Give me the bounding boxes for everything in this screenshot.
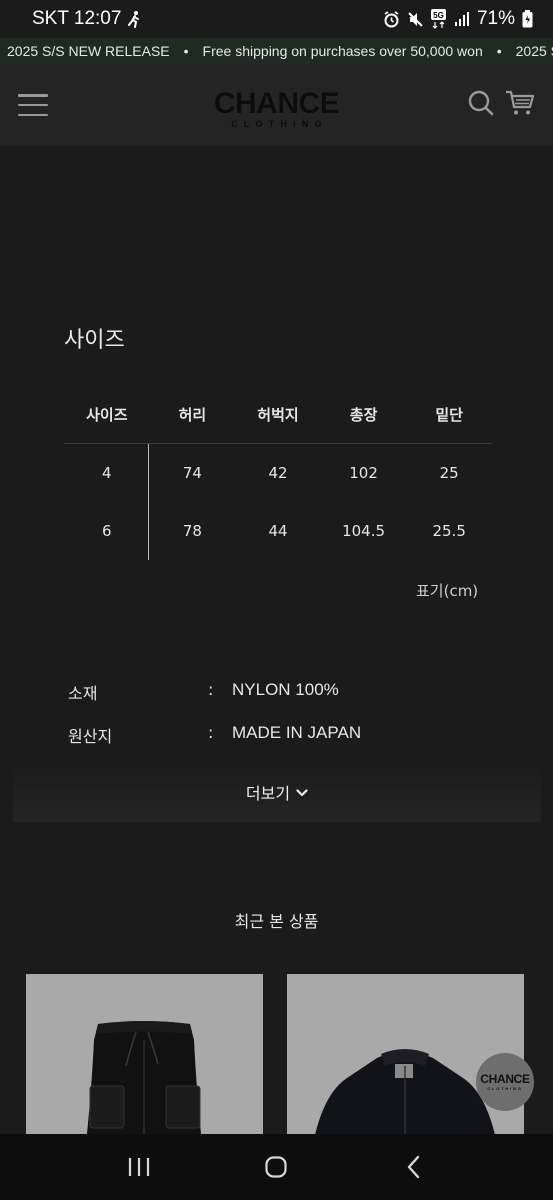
mute-icon <box>407 11 424 28</box>
marquee-item: 2025 S/S <box>515 43 553 59</box>
search-icon[interactable] <box>467 89 495 121</box>
column-header: 총장 <box>349 406 378 424</box>
table-divider <box>148 444 149 560</box>
app-screen: SKT 12:07 5G 71% 2025 S/S NEW RELEASE • … <box>0 0 553 1200</box>
network-5g-icon: 5G <box>430 9 447 29</box>
marquee-item: 2025 S/S NEW RELEASE <box>7 43 170 59</box>
battery-percent: 71% <box>476 8 515 29</box>
column-header: 사이즈 <box>86 406 128 424</box>
spec-label: 소재 <box>68 684 98 703</box>
table-cell: 25.5 <box>432 522 466 540</box>
size-table-header: 사이즈 허리 허벅지 총장 밑단 <box>64 386 492 444</box>
logo-wordmark: CHANCE <box>213 87 340 120</box>
floating-brand-button[interactable]: CHANCE CLOTHING <box>476 1053 534 1111</box>
table-cell: 4 <box>102 464 112 482</box>
table-cell: 74 <box>182 464 202 482</box>
cargo-pants-image <box>26 974 263 1144</box>
table-row: 6 78 44 104.5 25.5 <box>64 502 492 560</box>
spec-value: MADE IN JAPAN <box>232 723 362 742</box>
carrier-time: SKT 12:07 <box>32 8 122 29</box>
status-left: SKT 12:07 <box>32 8 141 30</box>
more-button-label: 더보기 <box>245 784 291 803</box>
status-right: 5G 71% <box>383 8 533 30</box>
table-cell: 25 <box>439 464 459 482</box>
announcement-marquee: 2025 S/S NEW RELEASE • Free shipping on … <box>0 38 553 64</box>
svg-text:5G: 5G <box>433 11 444 20</box>
spec-value: NYLON 100% <box>232 680 339 699</box>
table-row: 4 74 42 102 25 <box>64 444 492 502</box>
floating-logo-subtitle: CLOTHING <box>487 1086 523 1091</box>
system-navigation-bar <box>0 1134 553 1200</box>
home-icon[interactable] <box>256 1147 296 1187</box>
more-button[interactable]: 더보기 <box>13 762 541 822</box>
marquee-separator: • <box>183 43 189 59</box>
column-header: 허리 <box>178 406 207 424</box>
size-table: 사이즈 허리 허벅지 총장 밑단 4 74 42 102 25 6 78 44 … <box>64 386 492 560</box>
spec-colon: : <box>208 723 214 742</box>
chevron-down-icon <box>296 783 308 802</box>
header-actions <box>467 89 535 121</box>
recent-apps-icon[interactable] <box>119 1147 159 1187</box>
recent-product-card[interactable] <box>26 974 263 1144</box>
brand-logo[interactable]: CHANCE CLOTHING <box>213 87 340 130</box>
status-bar: SKT 12:07 5G 71% <box>0 0 553 38</box>
recent-products-title: 최근 본 상품 <box>234 912 319 931</box>
running-icon <box>127 10 141 28</box>
table-cell: 104.5 <box>342 522 386 540</box>
size-section-title: 사이즈 <box>64 328 125 353</box>
spec-colon: : <box>208 680 214 699</box>
battery-icon <box>522 10 533 28</box>
column-header: 밑단 <box>435 406 463 424</box>
table-cell: 102 <box>349 464 378 482</box>
column-header: 허벅지 <box>257 406 299 424</box>
spec-row-material: 소재 : NYLON 100% <box>68 680 339 704</box>
floating-logo-wordmark: CHANCE <box>480 1072 530 1086</box>
table-cell: 44 <box>268 522 288 540</box>
marquee-separator: • <box>496 43 502 59</box>
signal-icon <box>454 11 470 27</box>
unit-note: 표기(cm) <box>416 582 479 600</box>
table-cell: 6 <box>102 522 112 540</box>
table-cell: 78 <box>182 522 202 540</box>
back-icon[interactable] <box>394 1147 434 1187</box>
site-header: CHANCE CLOTHING <box>0 64 553 146</box>
table-cell: 42 <box>268 464 288 482</box>
spec-row-origin: 원산지 : MADE IN JAPAN <box>68 723 361 747</box>
marquee-item: Free shipping on purchases over 50,000 w… <box>202 43 483 59</box>
spec-label: 원산지 <box>68 727 113 746</box>
cart-icon[interactable] <box>505 89 535 121</box>
alarm-icon <box>383 10 400 28</box>
logo-subtitle: CLOTHING <box>231 119 328 129</box>
hamburger-menu-icon[interactable] <box>18 94 48 116</box>
